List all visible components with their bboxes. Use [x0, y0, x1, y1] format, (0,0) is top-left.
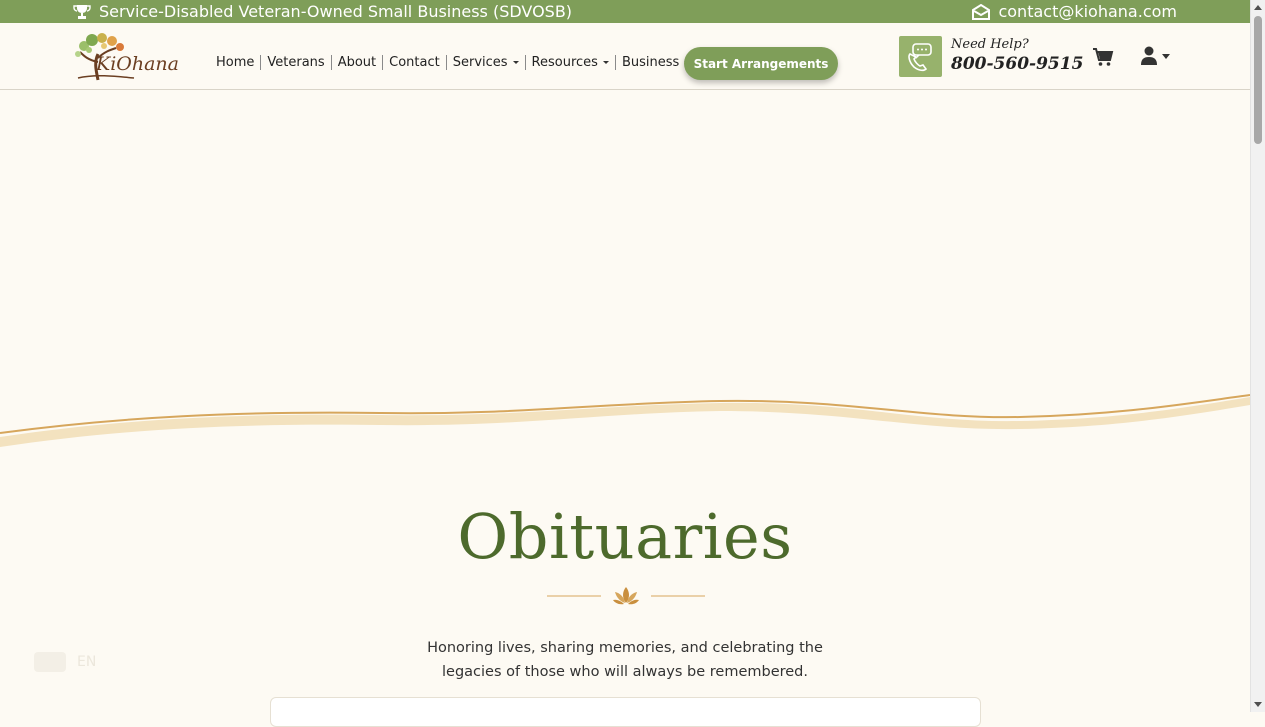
- leaf-divider: [547, 587, 705, 605]
- nav-home-label[interactable]: Home: [216, 55, 254, 70]
- sdvosb-text: Service-Disabled Veteran-Owned Small Bus…: [99, 2, 573, 21]
- cart-icon[interactable]: [1092, 47, 1114, 67]
- sdvosb-badge: Service-Disabled Veteran-Owned Small Bus…: [73, 2, 572, 21]
- nav-business-label[interactable]: Business: [622, 55, 679, 70]
- start-arrangements-button[interactable]: Start Arrangements: [684, 47, 838, 80]
- contact-email-link[interactable]: contact@kiohana.com: [972, 2, 1177, 21]
- nav-about-label[interactable]: About: [338, 55, 376, 70]
- nav-services-label[interactable]: Services: [453, 55, 508, 70]
- trophy-icon: [73, 4, 91, 19]
- intro-line-2: legacies of those who will always be rem…: [442, 664, 808, 680]
- user-icon: [1141, 46, 1157, 65]
- page-title: Obituaries: [457, 500, 793, 573]
- envelope-icon: [972, 3, 991, 20]
- caret-down-icon: [512, 61, 519, 64]
- phone-number-link[interactable]: 800-560-9515: [951, 54, 1083, 74]
- user-account-dropdown[interactable]: [1140, 45, 1174, 67]
- language-label[interactable]: EN: [77, 654, 96, 670]
- caret-down-icon: [602, 61, 609, 64]
- language-flag-icon[interactable]: [34, 652, 66, 672]
- nav-home[interactable]: Home: [210, 55, 260, 70]
- page-scrollbar[interactable]: [1250, 0, 1265, 712]
- nav-contact-label[interactable]: Contact: [389, 55, 440, 70]
- phone-chat-icon: [907, 42, 932, 71]
- scroll-down-arrow-icon[interactable]: [1254, 702, 1262, 707]
- intro-text: Honoring lives, sharing memories, and ce…: [425, 636, 825, 684]
- site-header: KiOhana Home Veterans About Contact Serv…: [0, 23, 1250, 90]
- decorative-wave: [0, 394, 1250, 447]
- obituaries-card: [270, 697, 981, 727]
- scrollbar-thumb[interactable]: [1254, 16, 1262, 144]
- top-announcement-bar: Service-Disabled Veteran-Owned Small Bus…: [0, 0, 1250, 23]
- main-nav: Home Veterans About Contact Services Res…: [210, 55, 698, 70]
- nav-resources-dropdown[interactable]: Resources: [524, 55, 615, 70]
- nav-veterans-label[interactable]: Veterans: [267, 55, 324, 70]
- caret-down-icon: [1162, 53, 1170, 59]
- nav-services-dropdown[interactable]: Services: [445, 55, 525, 70]
- intro-line-1: Honoring lives, sharing memories, and ce…: [427, 640, 823, 656]
- scroll-up-arrow-icon[interactable]: [1254, 5, 1262, 10]
- nav-veterans[interactable]: Veterans: [260, 55, 330, 70]
- lotus-icon: [613, 587, 639, 605]
- nav-resources-label[interactable]: Resources: [532, 55, 598, 70]
- help-phone-icon-box[interactable]: [899, 36, 942, 77]
- nav-about[interactable]: About: [330, 55, 382, 70]
- nav-contact[interactable]: Contact: [382, 55, 446, 70]
- need-help-label: Need Help?: [951, 37, 1029, 52]
- logo-text[interactable]: KiOhana: [96, 53, 179, 75]
- contact-email-text[interactable]: contact@kiohana.com: [998, 2, 1177, 21]
